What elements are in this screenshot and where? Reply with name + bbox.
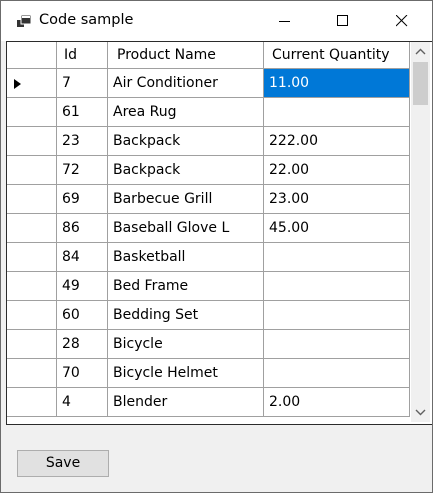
chevron-down-icon: [415, 409, 426, 416]
scroll-thumb[interactable]: [413, 62, 428, 105]
vertical-scrollbar[interactable]: [411, 42, 430, 422]
close-button[interactable]: [374, 1, 432, 41]
cell-product-name[interactable]: Barbecue Grill: [108, 185, 264, 214]
minimize-icon: [279, 21, 290, 22]
cell-product-name[interactable]: Bicycle Helmet: [108, 359, 264, 388]
cell-id[interactable]: 49: [57, 272, 108, 301]
cell-current-quantity[interactable]: 22.00: [264, 156, 410, 185]
minimize-button[interactable]: [257, 1, 315, 41]
cell-product-name[interactable]: Bedding Set: [108, 301, 264, 330]
cell-id[interactable]: 72: [57, 156, 108, 185]
row-header[interactable]: [7, 359, 57, 388]
table-row[interactable]: 28 Bicycle: [7, 330, 410, 359]
cell-id[interactable]: 4: [57, 388, 108, 417]
cell-product-name[interactable]: Bicycle: [108, 330, 264, 359]
table-row[interactable]: 70 Bicycle Helmet: [7, 359, 410, 388]
column-header-id[interactable]: Id: [57, 42, 108, 69]
cell-current-quantity[interactable]: [264, 98, 410, 127]
maximize-button[interactable]: [315, 1, 373, 41]
cell-product-name[interactable]: Basketball: [108, 243, 264, 272]
cell-id[interactable]: 7: [57, 69, 108, 98]
cell-product-name[interactable]: Bed Frame: [108, 272, 264, 301]
row-header[interactable]: [7, 388, 57, 417]
cell-product-name[interactable]: Area Rug: [108, 98, 264, 127]
cell-product-name[interactable]: Blender: [108, 388, 264, 417]
table-row[interactable]: 69 Barbecue Grill 23.00: [7, 185, 410, 214]
table-row[interactable]: 61 Area Rug: [7, 98, 410, 127]
cell-current-quantity[interactable]: [264, 243, 410, 272]
table-row[interactable]: 4 Blender 2.00: [7, 388, 410, 417]
app-window: Code sample Id Product Name Current Quan…: [0, 0, 433, 493]
scroll-up-button[interactable]: [411, 42, 430, 62]
cell-current-quantity[interactable]: [264, 359, 410, 388]
grid-viewport: Id Product Name Current Quantity 7 Air Co…: [7, 42, 410, 422]
cell-current-quantity[interactable]: 2.00: [264, 388, 410, 417]
close-icon: [396, 15, 408, 27]
cell-id[interactable]: 69: [57, 185, 108, 214]
window-title: Code sample: [39, 12, 134, 28]
table-row[interactable]: 7 Air Conditioner 11.00: [7, 69, 410, 98]
table-row[interactable]: 60 Bedding Set: [7, 301, 410, 330]
cell-current-quantity[interactable]: [264, 272, 410, 301]
cell-current-quantity[interactable]: 45.00: [264, 214, 410, 243]
cell-current-quantity[interactable]: 11.00: [264, 69, 410, 98]
cell-product-name[interactable]: Backpack: [108, 156, 264, 185]
cell-id[interactable]: 60: [57, 301, 108, 330]
cell-product-name[interactable]: Baseball Glove L: [108, 214, 264, 243]
cell-id[interactable]: 86: [57, 214, 108, 243]
products-data-grid[interactable]: Id Product Name Current Quantity 7 Air Co…: [6, 41, 432, 425]
cell-current-quantity[interactable]: 23.00: [264, 185, 410, 214]
cell-id[interactable]: 61: [57, 98, 108, 127]
row-header[interactable]: [7, 214, 57, 243]
row-header[interactable]: [7, 301, 57, 330]
cell-current-quantity[interactable]: 222.00: [264, 127, 410, 156]
cell-id[interactable]: 70: [57, 359, 108, 388]
scroll-down-button[interactable]: [411, 402, 430, 422]
cell-id[interactable]: 84: [57, 243, 108, 272]
column-header-current-quantity[interactable]: Current Quantity: [264, 42, 410, 69]
column-header-product-name[interactable]: Product Name: [108, 42, 264, 69]
cell-id[interactable]: 28: [57, 330, 108, 359]
table-row[interactable]: 86 Baseball Glove L 45.00: [7, 214, 410, 243]
column-header-row: Id Product Name Current Quantity: [7, 42, 410, 69]
row-header[interactable]: [7, 69, 57, 98]
cell-product-name[interactable]: Air Conditioner: [108, 69, 264, 98]
title-bar[interactable]: Code sample: [1, 1, 432, 41]
maximize-icon: [337, 15, 348, 26]
table-row[interactable]: 23 Backpack 222.00: [7, 127, 410, 156]
row-header[interactable]: [7, 98, 57, 127]
row-header[interactable]: [7, 156, 57, 185]
table-row[interactable]: 84 Basketball: [7, 243, 410, 272]
row-header[interactable]: [7, 272, 57, 301]
row-header[interactable]: [7, 185, 57, 214]
table-row[interactable]: 49 Bed Frame: [7, 272, 410, 301]
cell-current-quantity[interactable]: [264, 301, 410, 330]
chevron-up-icon: [415, 48, 426, 55]
table-row[interactable]: 72 Backpack 22.00: [7, 156, 410, 185]
row-header[interactable]: [7, 127, 57, 156]
row-header-corner[interactable]: [7, 42, 57, 69]
cell-product-name[interactable]: Backpack: [108, 127, 264, 156]
row-header[interactable]: [7, 330, 57, 359]
windows-form-icon: [16, 13, 32, 29]
cell-id[interactable]: 23: [57, 127, 108, 156]
row-header[interactable]: [7, 243, 57, 272]
cell-current-quantity[interactable]: [264, 330, 410, 359]
save-button[interactable]: Save: [17, 450, 109, 477]
current-row-arrow-icon: [14, 79, 21, 89]
